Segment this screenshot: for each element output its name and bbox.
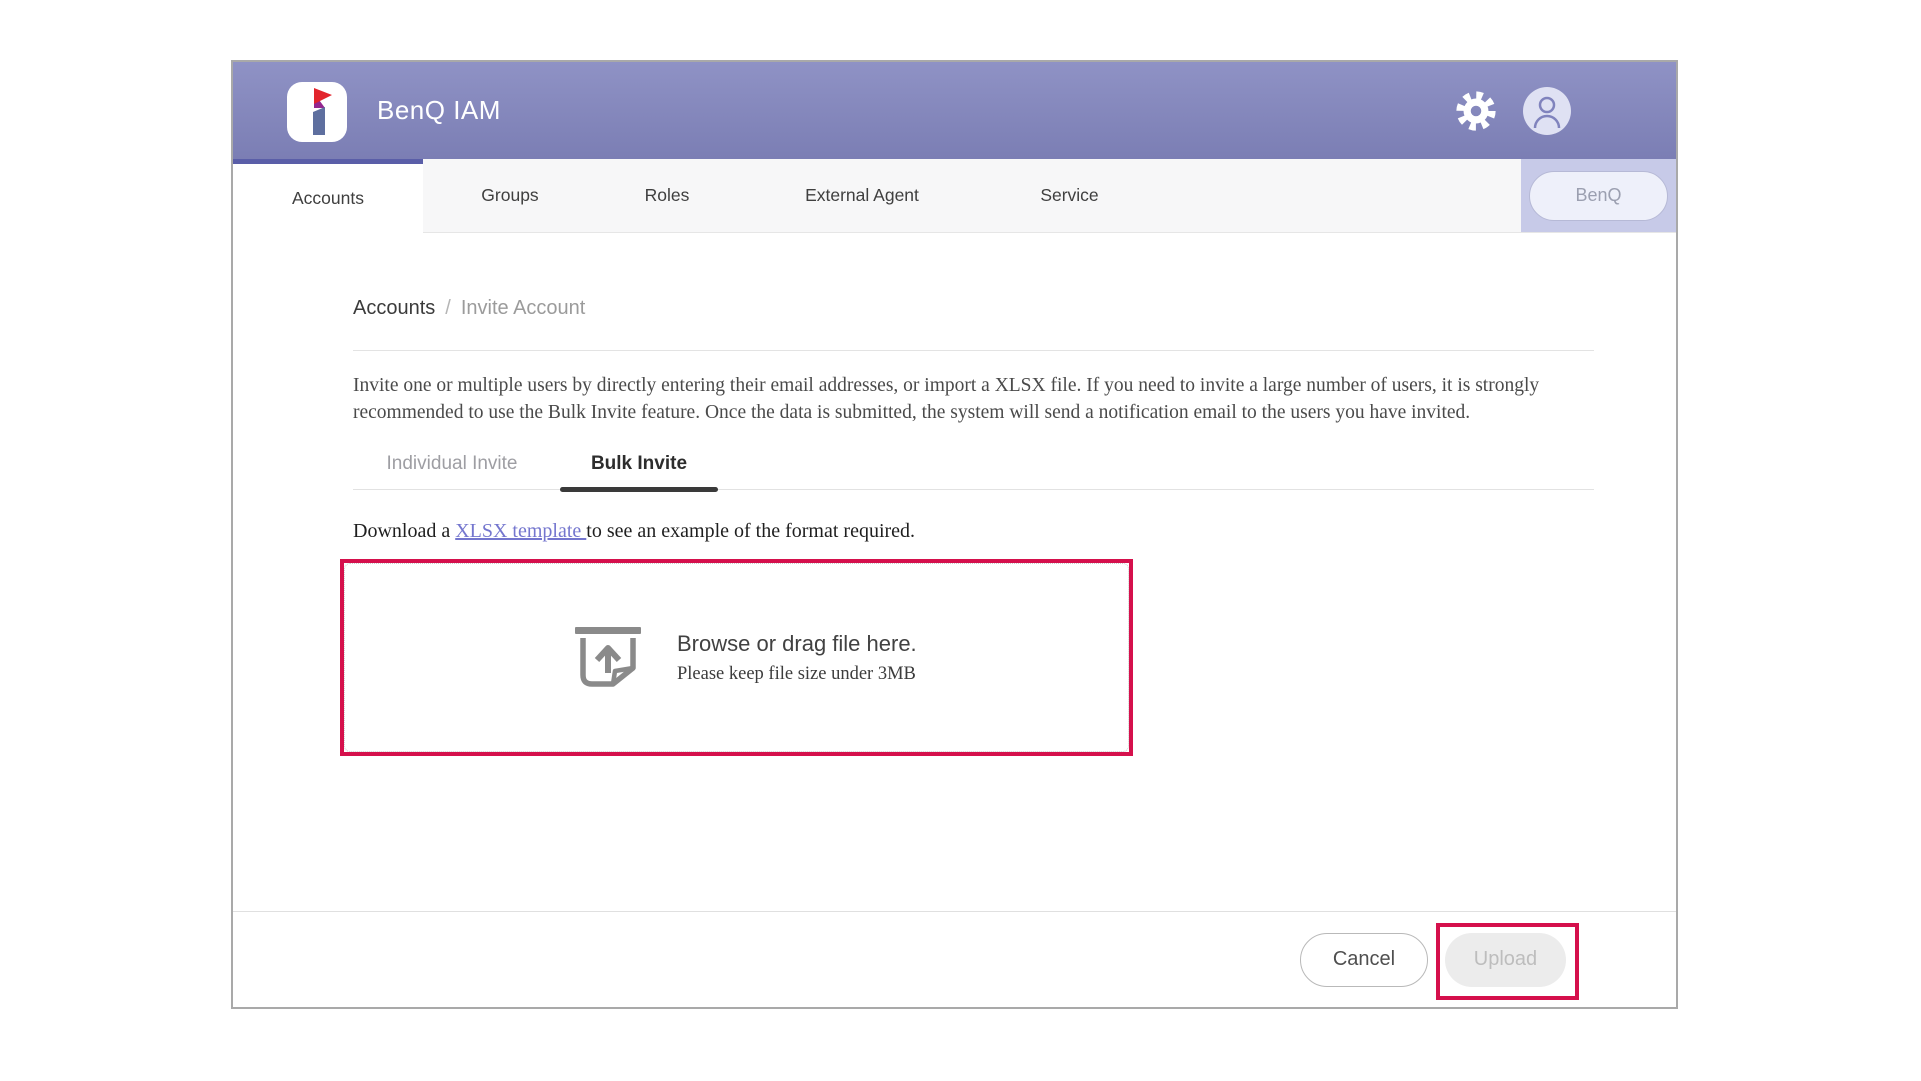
tab-external-agent[interactable]: External Agent [737,159,987,233]
invite-mode-tabs: Individual Invite Bulk Invite [353,438,1594,490]
tab-accounts[interactable]: Accounts [233,159,423,233]
avatar-icon[interactable] [1523,87,1571,135]
dropzone-highlight-box: Browse or drag file here. Please keep fi… [340,559,1133,756]
active-tab-underline [560,487,718,492]
file-upload-icon [571,622,645,694]
tab-bulk-invite[interactable]: Bulk Invite [560,438,718,489]
tab-service[interactable]: Service [987,159,1152,233]
app-window: BenQ IAM Accounts Groups Roles External … [231,60,1678,1009]
cancel-button[interactable]: Cancel [1300,933,1428,987]
dropzone-title: Browse or drag file here. [677,631,917,657]
page-content: Accounts / Invite Account Invite one or … [233,233,1676,911]
download-prefix: Download a [353,520,455,542]
tab-individual-invite[interactable]: Individual Invite [353,438,551,489]
header-actions [1453,62,1571,159]
dropzone-text: Browse or drag file here. Please keep fi… [677,631,917,685]
breadcrumb-invite-account: Invite Account [461,297,586,320]
app-header: BenQ IAM [233,62,1676,159]
upload-button-wrap: Upload [1445,933,1566,987]
benq-iam-logo [287,82,347,142]
xlsx-template-link[interactable]: XLSX template [455,520,586,542]
breadcrumb: Accounts / Invite Account [353,297,1594,320]
intro-text: Invite one or multiple users by directly… [353,373,1592,426]
download-suffix: to see an example of the format required… [586,520,915,542]
tab-bulk-invite-label: Bulk Invite [591,453,687,475]
main-nav: Accounts Groups Roles External Agent Ser… [233,159,1676,233]
breadcrumb-separator: / [445,297,451,320]
template-download-line: Download a XLSX template to see an examp… [353,520,1594,543]
action-footer: Cancel Upload [233,911,1676,1007]
breadcrumb-accounts[interactable]: Accounts [353,297,435,320]
tab-groups[interactable]: Groups [423,159,597,233]
breadcrumb-divider [353,350,1594,351]
org-benq-button[interactable]: BenQ [1529,171,1668,221]
gear-icon[interactable] [1453,88,1499,134]
org-section: BenQ [1521,159,1676,233]
app-title: BenQ IAM [377,95,501,126]
nav-filler [1152,159,1521,233]
file-dropzone[interactable]: Browse or drag file here. Please keep fi… [344,563,1129,752]
logo-i-mark [287,82,347,142]
tab-roles[interactable]: Roles [597,159,737,233]
upload-button[interactable]: Upload [1445,933,1566,987]
dropzone-size-hint: Please keep file size under 3MB [677,664,917,685]
